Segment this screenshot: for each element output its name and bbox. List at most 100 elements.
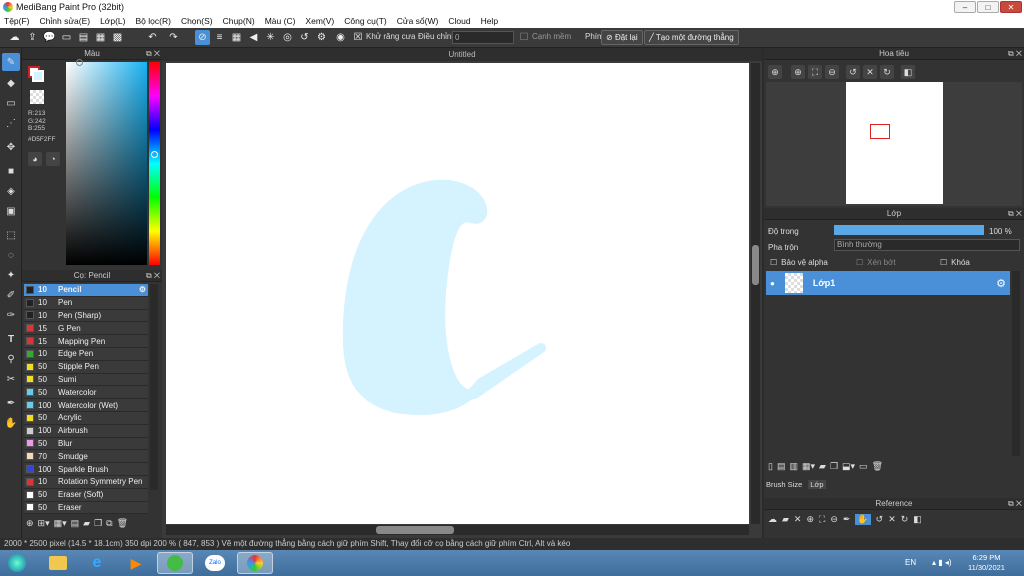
ref-rotate-left-icon[interactable]: ↺ [876,514,884,525]
layer-scrollbar[interactable] [1012,271,1020,456]
clock[interactable]: 6:29 PM 11/30/2021 [968,553,1005,573]
zoom-in-2-icon[interactable]: ⊕ [791,65,805,79]
alpha-checkbox[interactable]: ☐ [770,258,777,267]
language-indicator[interactable]: EN [905,558,916,567]
brush-item[interactable]: 10 Pen (Sharp) [24,309,148,323]
brush-lock-icon[interactable]: ⧉ [106,518,112,534]
layer-settings-icon[interactable]: ⚙ [996,277,1006,290]
brush-item[interactable]: 70 Smudge [24,450,148,464]
medibang-alt-taskbar-icon[interactable] [157,552,193,574]
sv-picker-handle[interactable] [76,59,83,66]
menu-capture[interactable]: Chụp(N) [223,16,255,26]
cloud-icon[interactable]: ☁ [7,30,22,45]
grid-snap-icon[interactable]: ▦ [229,30,244,45]
ref-fit-icon[interactable]: ⛶ [819,514,825,525]
canvas-paper[interactable] [166,63,749,524]
close-reference-icon[interactable]: ✕ [794,514,802,525]
maximize-button[interactable]: □ [977,1,999,13]
brush-item[interactable]: 10 Edge Pen [24,348,148,361]
saturation-value-picker[interactable] [66,62,147,265]
ref-flip-icon[interactable]: ◧ [913,514,922,525]
horizontal-scroll-thumb[interactable] [376,526,454,534]
ref-rotate-right-icon[interactable]: ↻ [901,514,909,525]
select-pen-tool-icon[interactable]: ✐ [2,286,20,304]
menu-window[interactable]: Cửa sổ(W) [397,16,439,26]
panel-close-icon[interactable]: ⧉ ✕ [146,270,160,282]
menu-help[interactable]: Help [481,16,498,26]
undo-button[interactable]: ↶ [145,30,160,45]
reset-button[interactable]: ⊘ Đặt lại [601,30,643,45]
comment-icon[interactable]: ▭ [59,30,74,45]
merge-layer-icon[interactable]: ⬓▾ [842,461,855,472]
lock[interactable]: ☐ Khóa [940,258,970,267]
explorer-taskbar-icon[interactable] [40,552,76,574]
select-eraser-tool-icon[interactable]: ✑ [2,306,20,324]
select-tool-icon[interactable]: ⬚ [2,226,20,244]
layer-folder-icon[interactable]: ▰ [819,461,826,472]
gradient-tool-icon[interactable]: ▣ [2,202,20,220]
ref-hand-icon[interactable]: ✋ [855,514,871,525]
brush-item[interactable]: 10 Pencil ⚙ [24,284,148,297]
delete-brush-icon[interactable]: 🗑 [117,518,128,534]
folder-icon[interactable]: ▰ [83,518,90,534]
brush-copy-icon[interactable]: ▤ [71,518,80,534]
settings-snap-icon[interactable]: ⚙ [314,30,329,45]
straight-line-button[interactable]: ╱ Tạo một đường thẳng [644,30,739,45]
brush-item[interactable]: 50 Sumi [24,373,148,387]
visibility-icon[interactable]: ● [770,279,775,288]
menu-select[interactable]: Chọn(S) [181,16,213,26]
start-button[interactable] [2,552,32,574]
magic-wand-tool-icon[interactable]: ✦ [2,266,20,284]
ref-eyedropper-icon[interactable]: ✒ [843,514,851,525]
navigator-viewport[interactable] [870,124,890,139]
close-button[interactable]: ✕ [1000,1,1022,13]
add-dropdown-icon[interactable]: ⊞▾ [38,518,50,534]
color-history-icon[interactable]: ◔ [46,152,60,166]
menu-view[interactable]: Xem(V) [305,16,334,26]
menu-file[interactable]: Tệp(F) [4,16,30,26]
eraser-tool-icon[interactable]: ◆ [2,74,20,92]
layer-settings-button-icon[interactable]: ▭ [859,461,868,472]
move-tool-icon[interactable]: ✥ [2,138,20,156]
operation-tool-icon[interactable]: ⚲ [2,350,20,368]
brush-item[interactable]: 50 Acrylic [24,412,148,425]
parallel-snap-icon[interactable]: ≡ [212,30,227,45]
tab-brush-size[interactable]: Brush Size [766,480,802,489]
canvas-horizontal-scrollbar[interactable] [166,525,749,535]
brush-item[interactable]: 50 Eraser [24,501,148,515]
duplicate-icon[interactable]: ❐ [94,518,102,534]
fit-icon[interactable]: ⛶ [808,65,822,79]
brush-item[interactable]: 15 G Pen [24,322,148,336]
alpha-protect[interactable]: ☐ Bảo vệ alpha [770,258,828,267]
menu-filter[interactable]: Bộ lọc(R) [136,16,171,26]
download-brush-icon[interactable]: ▦▾ [54,518,67,534]
snap-off-icon[interactable]: ⊘ [195,30,210,45]
grid-icon[interactable]: ▦ [93,30,108,45]
menu-edit[interactable]: Chỉnh sửa(E) [40,16,91,26]
brush-item[interactable]: 100 Watercolor (Wet) [24,399,148,412]
page-icon[interactable]: ▤ [76,30,91,45]
open-folder-icon[interactable]: ▰ [782,514,789,525]
opacity-slider[interactable] [834,225,984,235]
panels-icon[interactable]: ▩ [110,30,125,45]
lasso-tool-icon[interactable]: ◌ [2,246,20,264]
brush-item[interactable]: 50 Blur [24,437,148,451]
panel-close-icon[interactable]: ⧉ ✕ [1008,48,1022,60]
radial-snap-icon[interactable]: ✳ [263,30,278,45]
medibang-taskbar-icon[interactable] [237,552,273,574]
hue-slider[interactable] [149,62,160,265]
speech-bubble-icon[interactable]: 💬 [42,30,57,45]
canvas-vertical-scrollbar[interactable] [751,63,760,524]
dot-tool-icon[interactable]: ⋰ [2,114,20,132]
clipping[interactable]: ☐ Xén bớt [856,258,896,267]
duplicate-layer-icon[interactable]: ❐ [830,461,838,472]
curve-snap-icon[interactable]: ↺ [297,30,312,45]
ref-zoom-in-icon[interactable]: ⊕ [806,514,814,525]
ie-taskbar-icon[interactable]: e [79,552,115,574]
rotate-right-icon[interactable]: ↻ [880,65,894,79]
brush-item[interactable]: 50 Eraser (Soft) [24,488,148,502]
fill-rect-tool-icon[interactable]: ■ [2,162,20,180]
hue-slider-handle[interactable] [151,151,158,158]
rotate-left-icon[interactable]: ↺ [846,65,860,79]
minimize-button[interactable]: – [954,1,976,13]
